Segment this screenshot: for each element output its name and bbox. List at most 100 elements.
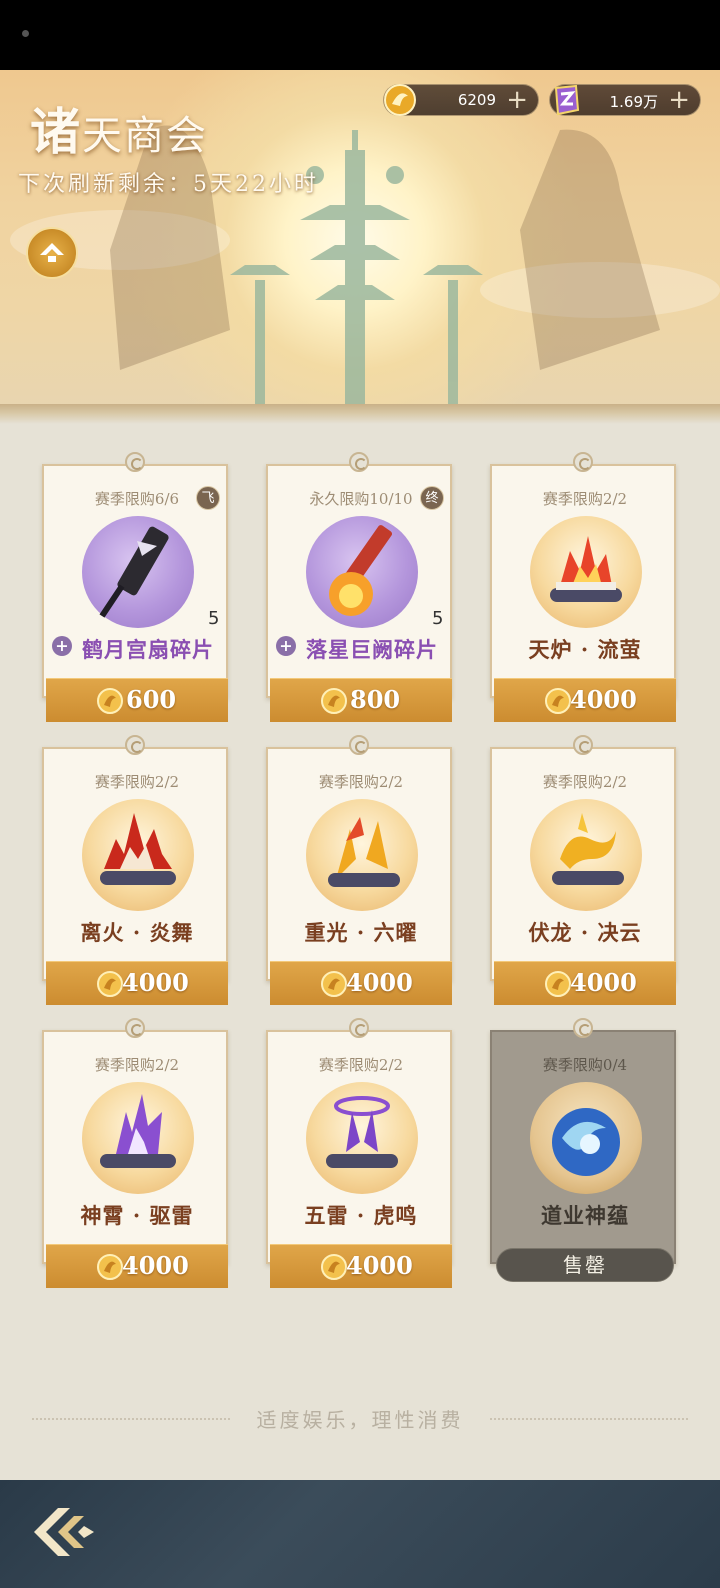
footer-divider-right — [490, 1418, 688, 1420]
light-blade-scroll-icon — [328, 817, 400, 887]
shop-item-card[interactable]: 赛季限购2/2 重光 · 六曜 4000 — [266, 735, 452, 1005]
item-image — [306, 799, 418, 911]
price-value: 4000 — [122, 968, 189, 997]
price-value: 4000 — [570, 968, 637, 997]
price-bar[interactable]: 4000 — [270, 1244, 452, 1288]
price-bar[interactable]: 4000 — [46, 1244, 228, 1288]
flame-scroll-icon — [100, 813, 176, 885]
card-body: 赛季限购2/2 神霄 · 驱雷 4000 — [42, 1030, 228, 1288]
gold-coin-icon — [97, 688, 123, 714]
shop-item-card[interactable]: 赛季限购2/2 五雷 · 虎鸣 4000 — [266, 1018, 452, 1288]
price-value: 800 — [350, 685, 401, 714]
crystal-currency: 1.69万 + — [549, 84, 701, 116]
item-name: 五雷 · 虎鸣 — [304, 1203, 418, 1228]
gold-coin-icon — [545, 688, 571, 714]
price-bar[interactable]: 600 — [46, 678, 228, 722]
add-crystal-button[interactable]: + — [668, 86, 690, 114]
camera-dot — [22, 30, 29, 37]
purchase-limit: 赛季限购2/2 — [542, 490, 628, 508]
page-title: 诸天商会 — [30, 92, 208, 164]
price-value: 4000 — [122, 1251, 189, 1280]
fire-scroll-icon — [550, 536, 622, 602]
item-image — [82, 799, 194, 911]
item-name: 天炉 · 流萤 — [528, 637, 642, 662]
bottom-nav-bar — [0, 1480, 720, 1588]
type-badge: 飞 — [196, 486, 220, 510]
item-image — [82, 1082, 194, 1194]
crystal-value: 1.69万 — [609, 93, 658, 111]
chevron-up-icon — [40, 243, 64, 262]
gold-coin-icon — [321, 1254, 347, 1280]
item-name: 伏龙 · 决云 — [528, 920, 642, 945]
spirit-orb-icon — [552, 1108, 620, 1176]
shop-item-card[interactable]: 赛季限购6/6 飞 5 + 鹤月宫扇碎片 600 — [42, 452, 228, 722]
sold-out-label: 售罄 — [496, 1248, 674, 1282]
banner-divider — [0, 404, 720, 424]
back-arrow-icon[interactable] — [28, 1500, 102, 1564]
gold-coin-icon — [97, 1254, 123, 1280]
status-bar — [0, 0, 720, 70]
gold-currency: 6209 + — [383, 84, 539, 116]
dragon-scroll-icon — [552, 813, 624, 885]
purple-crystal-icon — [554, 84, 580, 116]
price-bar[interactable]: 4000 — [494, 678, 676, 722]
shop-item-card[interactable]: 赛季限购2/2 伏龙 · 决云 4000 — [490, 735, 676, 1005]
item-name: 神霄 · 驱雷 — [80, 1203, 194, 1228]
price-bar[interactable]: 4000 — [46, 961, 228, 1005]
add-gold-button[interactable]: + — [506, 86, 528, 114]
shop-item-card-sold-out[interactable]: 赛季限购0/4 道业神蕴 售罄 — [490, 1018, 676, 1282]
item-name: 重光 · 六曜 — [304, 920, 418, 945]
gold-coin-icon — [321, 688, 347, 714]
item-image — [530, 1082, 642, 1194]
item-name: 鹤月宫扇碎片 — [82, 637, 214, 662]
shop-item-card[interactable]: 赛季限购2/2 离火 · 炎舞 4000 — [42, 735, 228, 1005]
card-body: 赛季限购2/2 离火 · 炎舞 4000 — [42, 747, 228, 1005]
fan-fragment-icon — [99, 526, 169, 618]
card-body: 赛季限购2/2 五雷 · 虎鸣 4000 — [266, 1030, 452, 1288]
type-badge: 终 — [420, 486, 444, 510]
item-image — [306, 516, 418, 628]
gold-value: 6209 — [457, 91, 496, 109]
price-bar[interactable]: 4000 — [270, 961, 452, 1005]
purchase-limit: 赛季限购2/2 — [318, 773, 404, 791]
purchase-limit: 赛季限购2/2 — [94, 773, 180, 791]
card-knob — [125, 735, 145, 755]
card-knob — [125, 452, 145, 472]
shop-item-card[interactable]: 赛季限购2/2 天炉 · 流萤 4000 — [490, 452, 676, 722]
item-count: 5 — [208, 608, 220, 629]
card-knob — [349, 452, 369, 472]
card-knob — [573, 452, 593, 472]
item-name: 落星巨阙碎片 — [306, 637, 438, 662]
rank-up-button[interactable] — [26, 227, 78, 279]
card-body: 永久限购10/10 终 5 + 落星巨阙碎片 800 — [266, 464, 452, 722]
price-bar[interactable]: 4000 — [494, 961, 676, 1005]
refresh-timer: 下次刷新剩余：5天22小时 — [18, 172, 319, 197]
card-knob — [349, 1018, 369, 1038]
title-first-char: 诸 — [30, 102, 82, 161]
price-value: 4000 — [346, 1251, 413, 1280]
five-thunder-scroll-icon — [326, 1096, 398, 1168]
gold-coin-icon — [97, 971, 123, 997]
shop-item-card[interactable]: 赛季限购2/2 神霄 · 驱雷 4000 — [42, 1018, 228, 1288]
title-rest: 天商会 — [82, 113, 208, 159]
price-bar[interactable]: 800 — [270, 678, 452, 722]
gold-coin-icon — [545, 971, 571, 997]
card-knob — [125, 1018, 145, 1038]
card-body: 赛季限购2/2 天炉 · 流萤 4000 — [490, 464, 676, 722]
card-body: 赛季限购6/6 飞 5 + 鹤月宫扇碎片 600 — [42, 464, 228, 722]
item-image — [82, 516, 194, 628]
item-name: 离火 · 炎舞 — [80, 920, 194, 945]
shop-item-card[interactable]: 永久限购10/10 终 5 + 落星巨阙碎片 800 — [266, 452, 452, 722]
item-image — [530, 799, 642, 911]
card-knob — [573, 1018, 593, 1038]
card-body: 赛季限购0/4 道业神蕴 售罄 — [490, 1030, 676, 1282]
card-knob — [573, 735, 593, 755]
purchase-limit: 赛季限购0/4 — [542, 1056, 628, 1074]
card-knob — [349, 735, 369, 755]
thunder-scroll-icon — [100, 1094, 176, 1168]
item-name: 道业神蕴 — [541, 1203, 629, 1228]
great-sword-fragment-icon — [329, 525, 393, 616]
purchase-limit: 赛季限购2/2 — [318, 1056, 404, 1074]
item-image — [530, 516, 642, 628]
price-value: 4000 — [570, 685, 637, 714]
